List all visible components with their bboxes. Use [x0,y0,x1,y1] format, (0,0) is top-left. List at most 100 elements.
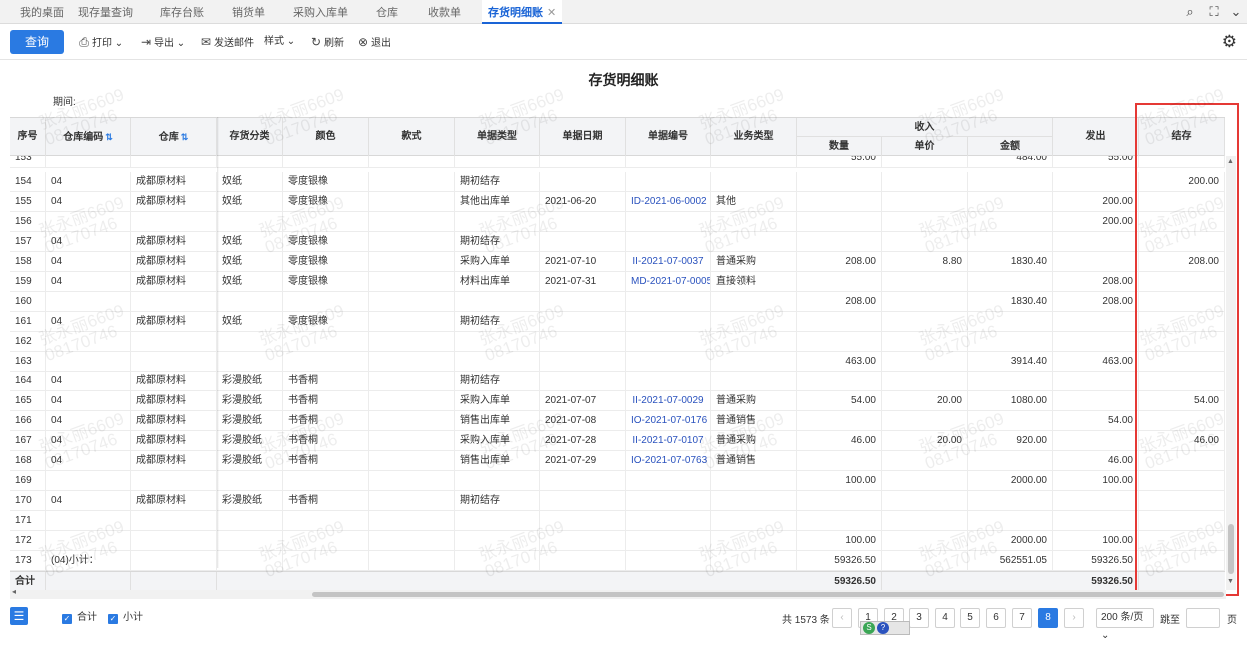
horizontal-scrollbar[interactable]: ◂ [10,587,1226,599]
print-button[interactable]: ⎙ 打印 ⌄ [78,34,123,50]
col-category[interactable]: 存货分类 [217,118,283,156]
cell-no[interactable]: ID-2021-06-0002 [626,191,711,212]
cell-no[interactable]: IO-2021-07-0176 [626,411,711,432]
ime-icon[interactable]: S [863,622,875,634]
cell-bal: 200.00 [1139,171,1225,192]
col-balance[interactable]: 结存 [1139,118,1225,156]
col-qty[interactable]: 数量 [797,137,882,156]
table-row[interactable]: 161 04 成都原材料 奴纸 零度银橡 期初结存 [10,311,1225,332]
chevron-down-icon[interactable]: ⌄ [1228,4,1244,20]
search-icon[interactable]: ⌕ [1182,4,1198,20]
scroll-down-icon[interactable]: ▼ [1227,578,1234,585]
table-row[interactable]: 154 04 成都原材料 奴纸 零度银橡 期初结存 200.00 [10,171,1225,192]
table-row[interactable]: 167 04 成都原材料 彩漫胶纸 书香桐 采购入库单 2021-07-28 II-2021-… [10,431,1225,452]
total-checkbox[interactable]: ✓ 合计 [62,612,97,624]
export-button[interactable]: ⇥ 导出 ⌄ [140,34,185,50]
table-row[interactable]: 153 55.00 484.00 55.00 [10,156,1225,168]
gear-icon[interactable]: ⚙ [1222,32,1237,52]
style-button[interactable]: 样式 ⌄ [264,34,295,50]
page-button[interactable]: 4 [935,608,955,628]
exit-button[interactable]: ⊗ 退出 [357,34,391,50]
page-button[interactable]: 3 [909,608,929,628]
cell-bal [1139,531,1225,552]
table-row[interactable]: 162 [10,331,1225,352]
table-row[interactable]: 173 (04)小计： 59326.50 562551.05 59326.50 [10,551,1225,571]
cell-no[interactable]: II-2021-07-0029 [626,391,711,412]
refresh-label: 刷新 [324,38,344,49]
table-row[interactable]: 164 04 成都原材料 彩漫胶纸 书香桐 期初结存 [10,371,1225,392]
cell-amt [968,311,1053,332]
table-row[interactable]: 171 [10,511,1225,532]
scroll-thumb[interactable] [312,592,1224,597]
next-page-button[interactable]: › [1064,608,1084,628]
goto-page-input[interactable] [1186,608,1220,628]
cell-no[interactable]: IO-2021-07-0763 [626,451,711,472]
col-warehouse[interactable]: 仓库 ⇅ [131,118,217,156]
sort-icon[interactable]: ⇅ [181,132,189,142]
table-row[interactable]: 159 04 成都原材料 奴纸 零度银橡 材料出库单 2021-07-31 MD-2021-0… [10,271,1225,292]
table-row[interactable]: 155 04 成都原材料 奴纸 零度银橡 其他出库单 2021-06-20 ID-2021-0… [10,191,1225,212]
tab-warehouse[interactable]: 仓库 [376,0,398,24]
table-row[interactable]: 157 04 成都原材料 奴纸 零度银橡 期初结存 [10,231,1225,252]
cell-date: 2021-07-31 [540,271,626,292]
help-icon[interactable]: ? [877,622,889,634]
col-biz-type[interactable]: 业务类型 [711,118,797,156]
table-row[interactable]: 160 208.00 1830.40 208.00 [10,291,1225,312]
table-row[interactable]: 169 100.00 2000.00 100.00 [10,471,1225,492]
refresh-button[interactable]: ↻ 刷新 [310,34,344,50]
tab-inventory-ledger[interactable]: 库存台账 [160,0,204,24]
cell-amt: 562551.05 [968,551,1053,571]
table-row[interactable]: 156 200.00 [10,211,1225,232]
prev-page-button[interactable]: ‹ [832,608,852,628]
col-style[interactable]: 款式 [369,118,455,156]
close-icon[interactable]: ✕ [547,7,556,19]
page-size-select[interactable]: 200 条/页 ⌄ [1096,608,1154,641]
tab-purchase-receipt[interactable]: 采购入库单 [293,0,348,24]
cell-bal [1139,451,1225,472]
table-row[interactable]: 170 04 成都原材料 彩漫胶纸 书香桐 期初结存 [10,491,1225,512]
col-color[interactable]: 颜色 [283,118,369,156]
vertical-scrollbar[interactable]: ▲ ▼ [1226,156,1236,590]
page-button[interactable]: 6 [986,608,1006,628]
scroll-left-icon[interactable]: ◂ [12,587,16,596]
col-seq[interactable]: 序号 [10,118,46,156]
scroll-thumb[interactable] [1228,524,1234,574]
table-row[interactable]: 158 04 成都原材料 奴纸 零度银橡 采购入库单 2021-07-10 II-2021-0… [10,251,1225,272]
col-wh-code[interactable]: 仓库编码 ⇅ [46,118,131,156]
col-doc-no[interactable]: 单据编号 [626,118,711,156]
table-row[interactable]: 165 04 成都原材料 彩漫胶纸 书香桐 采购入库单 2021-07-07 II-2021-… [10,391,1225,412]
query-button[interactable]: 查询 [10,30,64,54]
page-button[interactable]: 5 [960,608,980,628]
col-doc-type[interactable]: 单据类型 [455,118,540,156]
column-settings-icon[interactable]: ☰ [10,607,28,625]
col-unit-price[interactable]: 单价 [882,137,968,156]
tab-my-desktop[interactable]: 我的桌面 [20,0,64,24]
cell-no[interactable]: II-2021-07-0107 [626,431,711,452]
table-row[interactable]: 168 04 成都原材料 彩漫胶纸 书香桐 销售出库单 2021-07-29 IO-2021-… [10,451,1225,472]
ime-toolbar[interactable]: S? [860,621,910,635]
scroll-up-icon[interactable]: ▲ [1227,158,1234,165]
cell-no[interactable]: MD-2021-07-0005 [626,271,711,292]
tab-receipt[interactable]: 收款单 [428,0,461,24]
cell-price [882,411,968,432]
col-doc-date[interactable]: 单据日期 [540,118,626,156]
tab-inventory-detail[interactable]: 存货明细账 ✕ [482,0,563,24]
col-issue[interactable]: 发出 [1053,118,1139,156]
cell-wh: 成都原材料 [131,391,217,412]
sort-icon[interactable]: ⇅ [105,132,113,142]
table-row[interactable]: 163 463.00 3914.40 463.00 [10,351,1225,372]
col-amount[interactable]: 金额 [968,137,1053,156]
table-row[interactable]: 166 04 成都原材料 彩漫胶纸 书香桐 销售出库单 2021-07-08 IO-2021-… [10,411,1225,432]
page-button-active[interactable]: 8 [1038,608,1058,628]
table-row[interactable]: 172 100.00 2000.00 100.00 [10,531,1225,552]
cell-no[interactable]: II-2021-07-0037 [626,251,711,272]
cell-qty [797,211,882,232]
fullscreen-icon[interactable]: ⛶ [1206,4,1222,20]
subtotal-checkbox[interactable]: ✓ 小计 [108,612,143,624]
page-button[interactable]: 7 [1012,608,1032,628]
tab-stock-query[interactable]: 现存量查询 [78,0,133,24]
cell-seq: 162 [10,331,46,352]
tab-sales-order[interactable]: 销货单 [232,0,265,24]
send-mail-button[interactable]: ✉ 发送邮件 [200,34,254,50]
cell-wh [131,531,217,552]
